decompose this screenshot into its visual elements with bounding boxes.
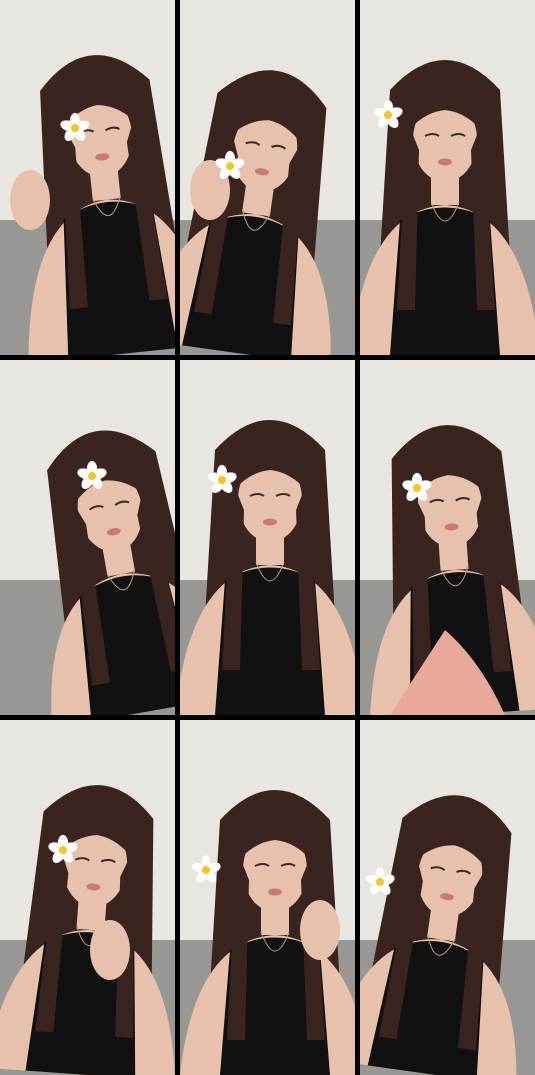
photo-frame-2 xyxy=(180,0,355,355)
photo-frame-4 xyxy=(0,360,175,715)
hand xyxy=(300,900,340,960)
photo-frame-7 xyxy=(0,720,175,1075)
photo-illustration xyxy=(180,720,355,1075)
photo-illustration xyxy=(0,720,175,1075)
photo-frame-9 xyxy=(360,720,535,1075)
photo-frame-6 xyxy=(360,360,535,715)
hand xyxy=(90,920,130,980)
photo-illustration xyxy=(180,0,355,355)
photo-frame-5 xyxy=(180,360,355,715)
photo-illustration xyxy=(360,360,535,715)
hand xyxy=(10,170,50,230)
photo-illustration xyxy=(180,360,355,715)
photo-frame-1 xyxy=(0,0,175,355)
photo-illustration xyxy=(0,360,175,715)
photo-illustration xyxy=(0,0,175,355)
photo-frame-3 xyxy=(360,0,535,355)
photo-grid xyxy=(0,0,535,1075)
photo-illustration xyxy=(360,0,535,355)
photo-frame-8 xyxy=(180,720,355,1075)
photo-illustration xyxy=(360,720,535,1075)
